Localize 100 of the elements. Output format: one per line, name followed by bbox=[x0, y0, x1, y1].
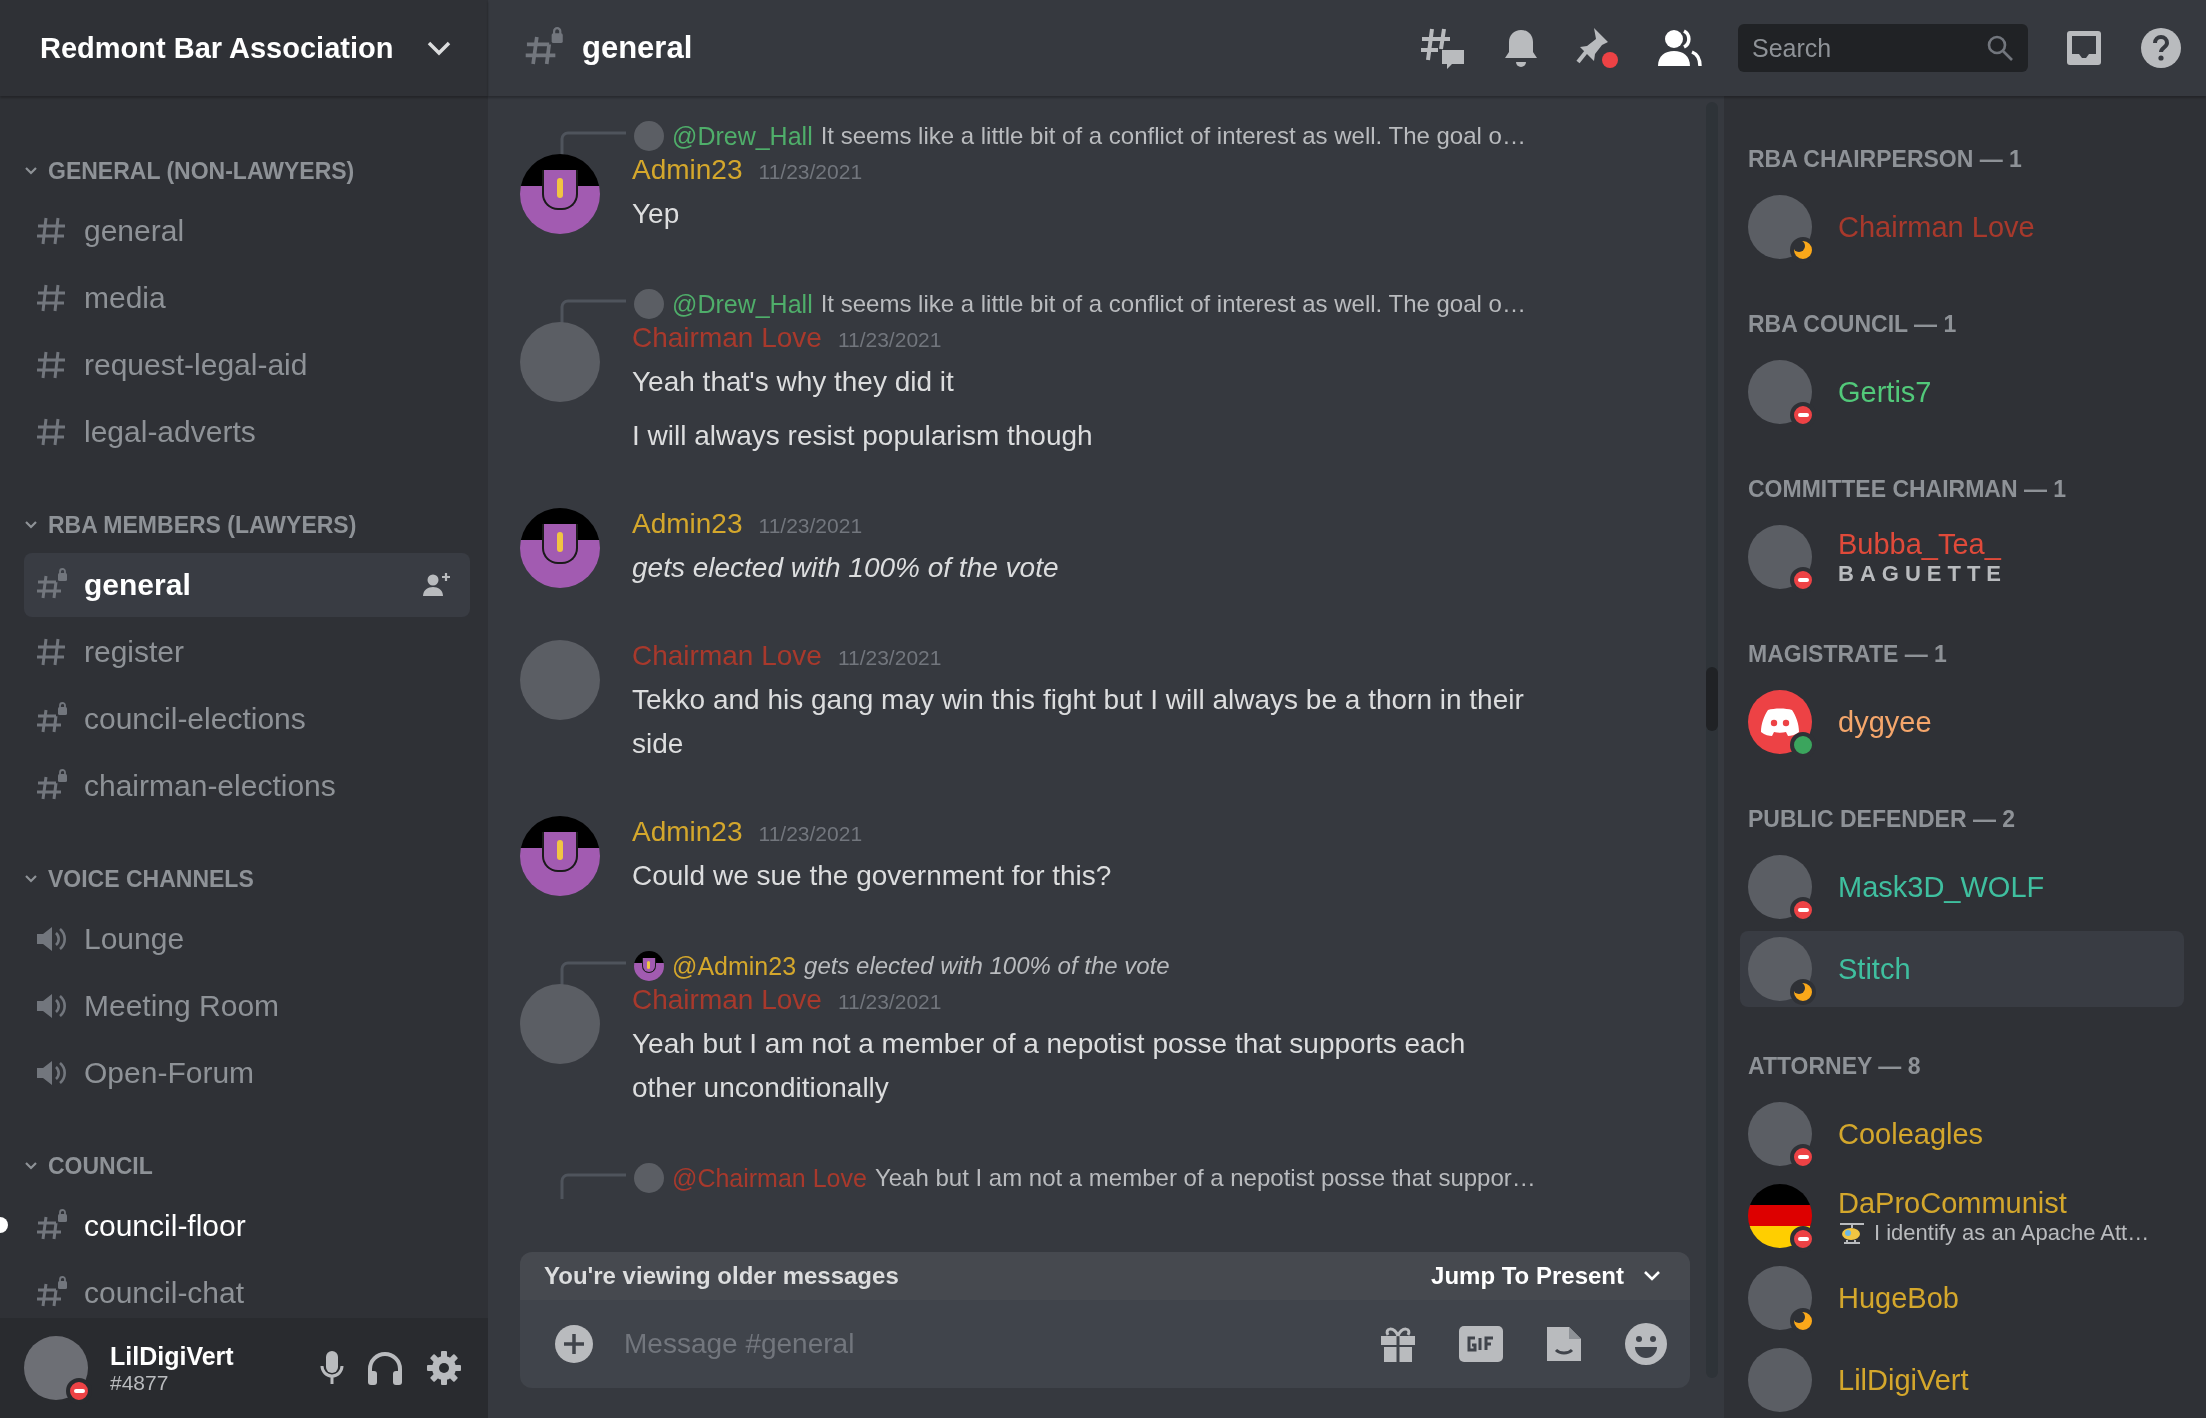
category-header[interactable]: VOICE CHANNELS bbox=[24, 854, 470, 904]
channel-item[interactable]: council-chat bbox=[24, 1261, 470, 1318]
controller-icon bbox=[1760, 707, 1800, 737]
member-item[interactable]: Cooleagles bbox=[1740, 1096, 2184, 1172]
search-icon bbox=[1986, 34, 2014, 62]
user-tag: #4877 bbox=[110, 1370, 298, 1395]
message-author[interactable]: Admin23 bbox=[632, 816, 743, 848]
message-text: I will always resist popularism though bbox=[632, 419, 1093, 453]
channel-item[interactable]: chairman-elections bbox=[24, 754, 470, 818]
channel-item[interactable]: register bbox=[24, 620, 470, 684]
reply-preview[interactable]: It seems like a little bit of a conflict of interest as well. The goal o… bbox=[820, 122, 1526, 150]
member-item[interactable]: dygyee bbox=[1740, 684, 2184, 760]
member-item[interactable]: Gertis7 bbox=[1740, 354, 2184, 430]
member-name: Stitch bbox=[1838, 952, 1911, 986]
custom-status: I identify as an Apache Att… bbox=[1874, 1219, 2150, 1246]
member-item[interactable]: LilDigiVert bbox=[1740, 1342, 2184, 1418]
members-icon[interactable] bbox=[1656, 28, 1702, 68]
message-timestamp: 11/23/2021 bbox=[758, 514, 863, 538]
reply-connector bbox=[560, 961, 626, 987]
channel-item[interactable]: council-elections bbox=[24, 687, 470, 751]
reply-connector bbox=[560, 299, 626, 325]
bell-icon[interactable] bbox=[1502, 27, 1540, 69]
message-author[interactable]: Admin23 bbox=[632, 508, 743, 540]
category-header[interactable]: COUNCIL bbox=[24, 1141, 470, 1191]
message-timestamp: 11/23/2021 bbox=[837, 328, 942, 352]
message-text: Yeah but I am not a member of a nepotist posse that supports each other unconditionally bbox=[632, 1027, 1467, 1105]
category-header[interactable]: GENERAL (NON-LAWYERS) bbox=[24, 146, 470, 196]
channel-item[interactable]: media bbox=[24, 266, 470, 330]
message-author[interactable]: Admin23 bbox=[632, 154, 743, 186]
reply-preview[interactable]: Yeah but I am not a member of a nepotist posse that suppor… bbox=[874, 1164, 1536, 1192]
role-group-title: PUBLIC DEFENDER — 2 bbox=[1747, 806, 2017, 834]
reply-author[interactable]: @Drew_Hall bbox=[672, 289, 813, 319]
server-name: Redmont Bar Association bbox=[40, 31, 394, 65]
add-attachment-icon[interactable] bbox=[554, 1324, 594, 1364]
reply-connector bbox=[560, 131, 626, 157]
reply-author[interactable]: @Drew_Hall bbox=[672, 121, 813, 151]
settings-icon[interactable] bbox=[426, 1350, 462, 1386]
chevron-down-icon bbox=[1642, 1269, 1662, 1283]
category-name: GENERAL (NON-LAWYERS) bbox=[48, 157, 355, 185]
member-item[interactable]: Stitch bbox=[1740, 931, 2184, 1007]
member-item[interactable]: Mask3D_WOLF bbox=[1740, 849, 2184, 925]
reply-preview[interactable]: It seems like a little bit of a conflict of interest as well. The goal o… bbox=[820, 290, 1526, 318]
channel-item[interactable]: Lounge bbox=[24, 907, 470, 971]
channel-item[interactable]: council-floor bbox=[24, 1194, 470, 1258]
server-header[interactable]: Redmont Bar Association bbox=[0, 0, 488, 96]
role-group-title: ATTORNEY — 8 bbox=[1747, 1053, 1922, 1081]
message-text: Could we sue the government for this? bbox=[632, 859, 1112, 893]
pin-icon[interactable] bbox=[1576, 26, 1620, 70]
category-name: COUNCIL bbox=[48, 1152, 153, 1180]
category-name: RBA MEMBERS (LAWYERS) bbox=[48, 511, 357, 539]
microphone-icon[interactable] bbox=[320, 1350, 344, 1386]
member-name: LilDigiVert bbox=[1838, 1363, 1969, 1397]
channel-item[interactable]: general bbox=[24, 199, 470, 263]
member-name: Chairman Love bbox=[1838, 210, 2035, 244]
message-timestamp: 11/23/2021 bbox=[758, 160, 863, 184]
member-name: HugeBob bbox=[1838, 1281, 1959, 1315]
channel-item[interactable]: Meeting Room bbox=[24, 974, 470, 1038]
message-text: Yep bbox=[632, 197, 681, 231]
message-text: Tekko and his gang may win this fight but I will always be a thorn in their side bbox=[632, 683, 1525, 761]
jump-to-present-button[interactable]: Jump To Present bbox=[1423, 1258, 1670, 1294]
category-header[interactable]: RBA MEMBERS (LAWYERS) bbox=[24, 500, 470, 550]
role-group-title: RBA COUNCIL — 1 bbox=[1747, 311, 1958, 339]
channel-item[interactable]: request-legal-aid bbox=[24, 333, 470, 397]
category-name: VOICE CHANNELS bbox=[48, 865, 254, 893]
threads-icon[interactable] bbox=[1420, 26, 1466, 70]
unread-indicator bbox=[0, 1217, 8, 1233]
inbox-icon[interactable] bbox=[2064, 28, 2104, 68]
help-icon[interactable] bbox=[2140, 27, 2182, 69]
member-item[interactable]: Bubba_Tea_ BAGUETTE bbox=[1740, 519, 2184, 595]
gif-icon[interactable] bbox=[1458, 1324, 1504, 1364]
add-member-icon[interactable] bbox=[422, 572, 452, 598]
member-item[interactable]: DaProCommunist I identify as an Apache Att… bbox=[1740, 1178, 2184, 1254]
channel-item[interactable]: general bbox=[24, 553, 470, 617]
search-field[interactable]: Search bbox=[1738, 24, 2028, 72]
message-timestamp: 11/23/2021 bbox=[837, 990, 942, 1014]
channel-item[interactable]: Open-Forum bbox=[24, 1041, 470, 1105]
role-group-title: COMMITTEE CHAIRMAN — 1 bbox=[1747, 476, 2068, 504]
member-item[interactable]: HugeBob bbox=[1740, 1260, 2184, 1336]
older-messages-notice: You're viewing older messages bbox=[544, 1262, 899, 1290]
message-timestamp: 11/23/2021 bbox=[758, 822, 863, 846]
role-group-title: RBA CHAIRPERSON — 1 bbox=[1747, 146, 2023, 174]
reply-author[interactable]: @Admin23 bbox=[672, 951, 797, 981]
role-group-title: MAGISTRATE — 1 bbox=[1747, 641, 1948, 669]
member-name: Cooleagles bbox=[1838, 1117, 1984, 1151]
scrollbar-thumb[interactable] bbox=[1706, 667, 1718, 731]
reply-connector bbox=[560, 1173, 626, 1199]
helicopter-icon bbox=[1838, 1220, 1866, 1245]
message-text: gets elected with 100% of the vote bbox=[632, 551, 1059, 585]
username: LilDigiVert bbox=[110, 1341, 235, 1371]
sticker-icon[interactable] bbox=[1544, 1324, 1584, 1364]
reply-preview[interactable]: gets elected with 100% of the vote bbox=[804, 952, 1170, 980]
message-text: Yeah that's why they did it bbox=[632, 365, 955, 399]
channel-title: general bbox=[582, 30, 693, 66]
channel-item[interactable]: legal-adverts bbox=[24, 400, 470, 464]
custom-status: BAGUETTE bbox=[1838, 560, 2007, 587]
headphones-icon[interactable] bbox=[366, 1350, 404, 1386]
chevron-down-icon bbox=[426, 40, 452, 56]
member-name: dygyee bbox=[1838, 705, 1932, 739]
emoji-icon[interactable] bbox=[1624, 1322, 1668, 1366]
member-name: Bubba_Tea_ bbox=[1838, 527, 2003, 561]
